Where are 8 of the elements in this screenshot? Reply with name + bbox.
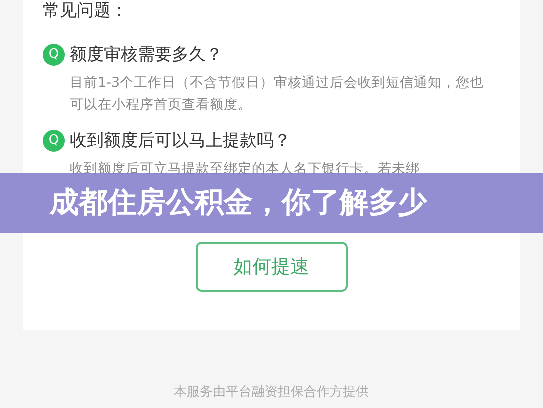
faq-question: 额度审核需要多久？ [70, 44, 223, 67]
footer-note: 本服务由平台融资担保合作方提供 [173, 384, 370, 402]
speed-up-button[interactable]: 如何提速 [196, 242, 348, 292]
q-badge: Q [43, 44, 65, 66]
faq-answer: 目前1-3个工作日（不含节假日）审核通过后会收到短信通知，您也可以在小程序首页查看额度。 [70, 74, 486, 115]
faq-question: 收到额度后可以马上提款吗？ [70, 130, 291, 153]
q-badge: Q [43, 130, 65, 152]
section-title: 常见问题： [43, 0, 129, 22]
